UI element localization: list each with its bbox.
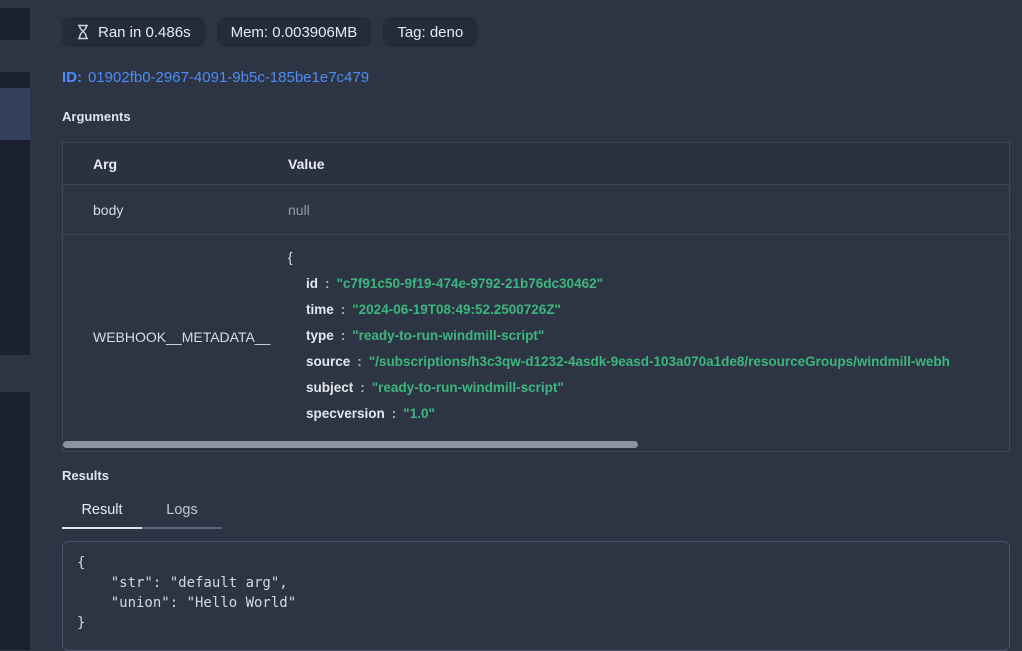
result-line: { xyxy=(77,553,995,573)
sidebar-item-active[interactable] xyxy=(0,88,30,140)
json-value: "c7f91c50-9f19-474e-9792-21b76dc30462" xyxy=(337,276,604,291)
arg-value: null xyxy=(288,202,1009,218)
results-tabs: Result Logs xyxy=(62,496,1010,529)
table-row: WEBHOOK__METADATA__ { id: "c7f91c50-9f19-… xyxy=(63,235,1009,439)
json-viewer: { id: "c7f91c50-9f19-474e-9792-21b76dc304… xyxy=(288,235,1009,439)
runtime-badge-label: Ran in 0.486s xyxy=(98,24,191,41)
json-colon: : xyxy=(357,354,362,369)
json-colon: : xyxy=(325,276,330,291)
json-key: source xyxy=(306,354,350,369)
horizontal-scrollbar-track xyxy=(63,439,1009,451)
result-line: } xyxy=(77,613,995,633)
json-value: "2024-06-19T08:49:52.2500726Z" xyxy=(352,302,561,317)
tab-logs[interactable]: Logs xyxy=(142,496,222,529)
sidebar-item-lower[interactable] xyxy=(0,355,30,392)
result-line: "str": "default arg", xyxy=(77,573,995,593)
json-entry: subject: "ready-to-run-windmill-script" xyxy=(288,375,1009,401)
json-colon: : xyxy=(360,380,365,395)
run-stats-badges: Ran in 0.486s Mem: 0.003906MB Tag: deno xyxy=(62,17,1010,47)
json-colon: : xyxy=(341,328,346,343)
sidebar xyxy=(0,8,30,650)
arguments-table: Arg Value body null WEBHOOK__METADATA__ … xyxy=(62,142,1010,452)
arguments-title: Arguments xyxy=(62,109,1010,124)
tab-result[interactable]: Result xyxy=(62,496,142,529)
arg-name: body xyxy=(63,202,288,218)
json-entry: type: "ready-to-run-windmill-script" xyxy=(288,323,1009,349)
json-entry: id: "c7f91c50-9f19-474e-9792-21b76dc30462… xyxy=(288,271,1009,297)
json-key: time xyxy=(306,302,334,317)
job-run-panel: Ran in 0.486s Mem: 0.003906MB Tag: deno … xyxy=(62,0,1010,651)
arg-name: WEBHOOK__METADATA__ xyxy=(63,329,288,345)
job-id-label: ID: xyxy=(62,69,82,86)
json-colon: : xyxy=(341,302,346,317)
json-value: "/subscriptions/h3c3qw-d1232-4asdk-9easd… xyxy=(369,354,950,369)
memory-badge: Mem: 0.003906MB xyxy=(217,17,372,47)
json-value: "ready-to-run-windmill-script" xyxy=(352,328,544,343)
results-title: Results xyxy=(62,468,1010,483)
arg-value-json: { id: "c7f91c50-9f19-474e-9792-21b76dc304… xyxy=(288,235,1009,439)
horizontal-scrollbar[interactable] xyxy=(63,441,638,448)
tag-badge-label: Tag: deno xyxy=(397,24,463,41)
json-key: id xyxy=(306,276,318,291)
json-entry: source: "/subscriptions/h3c3qw-d1232-4asd… xyxy=(288,349,1009,375)
json-key: subject xyxy=(306,380,353,395)
json-open-brace: { xyxy=(288,245,1009,271)
json-value: "ready-to-run-windmill-script" xyxy=(372,380,564,395)
json-key: type xyxy=(306,328,334,343)
json-colon: : xyxy=(392,406,397,421)
column-header-value: Value xyxy=(288,156,1009,172)
runtime-badge: Ran in 0.486s xyxy=(62,17,205,47)
json-entry: time: "2024-06-19T08:49:52.2500726Z" xyxy=(288,297,1009,323)
json-entry: specversion: "1.0" xyxy=(288,401,1009,427)
column-header-arg: Arg xyxy=(63,156,288,172)
job-id-value[interactable]: 01902fb0-2967-4091-9b5c-185be1e7c479 xyxy=(88,69,369,86)
result-output: { "str": "default arg", "union": "Hello … xyxy=(62,541,1010,651)
table-row: body null xyxy=(63,185,1009,235)
tag-badge: Tag: deno xyxy=(383,17,477,47)
result-line: "union": "Hello World" xyxy=(77,593,995,613)
arguments-table-header: Arg Value xyxy=(63,143,1009,185)
json-key: specversion xyxy=(306,406,385,421)
json-value: "1.0" xyxy=(403,406,435,421)
memory-badge-label: Mem: 0.003906MB xyxy=(231,24,358,41)
hourglass-icon xyxy=(76,24,90,40)
job-id-line: ID: 01902fb0-2967-4091-9b5c-185be1e7c479 xyxy=(62,67,1010,89)
sidebar-item-top[interactable] xyxy=(0,40,30,72)
